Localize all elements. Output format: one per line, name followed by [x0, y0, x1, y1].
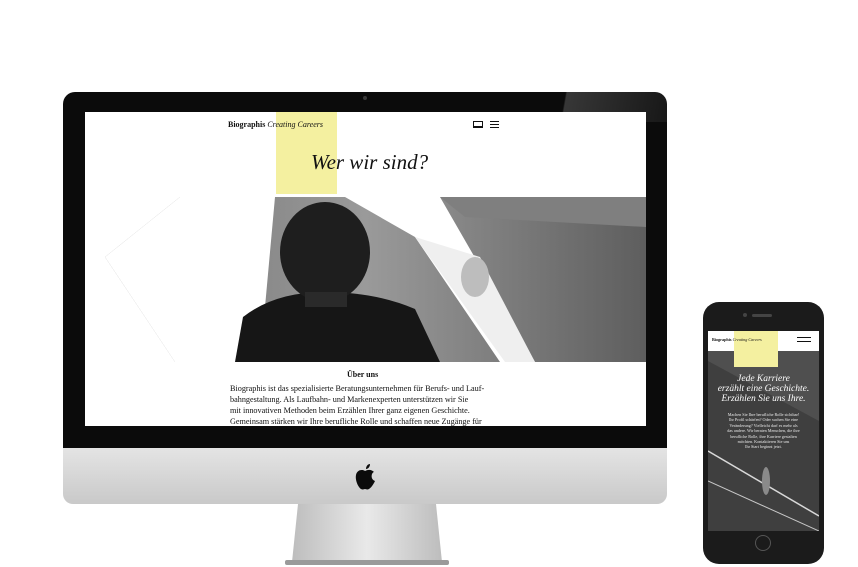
mobile-brand-name: Biographis: [712, 337, 732, 342]
brand-logo[interactable]: Biographis Creating Careers: [228, 120, 323, 129]
phone-speaker: [752, 314, 772, 317]
phone-camera-icon: [743, 313, 747, 317]
desktop-screen: Biographis Creating Careers Wer wir sind…: [85, 112, 646, 426]
mobile-body-text: Machen Sie Ihre berufliche Rolle sichtba…: [716, 412, 811, 450]
mobile-headline-line: erzählt eine Geschichte.: [717, 384, 810, 394]
about-text: Biographis ist das spezialisierte Beratu…: [230, 383, 506, 426]
mobile-body-line: Ihr Start beginnt jetzt.: [745, 444, 782, 450]
mobile-menu-icon[interactable]: [797, 337, 811, 342]
mobile-brand-logo[interactable]: Biographis Creating Careers: [712, 337, 762, 342]
hero-photo: [85, 197, 646, 362]
about-line: mit innovativen Methoden beim Erzählen I…: [230, 406, 470, 415]
mobile-body-line: das andere. Wir beraten Menschen, die ih…: [727, 428, 800, 434]
about-line: Biographis ist das spezialisierte Beratu…: [230, 384, 485, 393]
brand-tagline: Creating Careers: [267, 120, 323, 129]
about-line: bahngestaltung. Als Laufbahn- und Marken…: [230, 395, 469, 404]
mobile-headline-line: Erzählen Sie uns Ihre.: [721, 394, 806, 404]
mobile-brand-tagline: Creating Careers: [732, 337, 762, 342]
imac-base: [285, 560, 449, 565]
mail-icon[interactable]: [473, 121, 483, 128]
camera-icon: [363, 96, 367, 100]
imac-stand: [292, 504, 442, 562]
mobile-screen: Biographis Creating Careers Jede Karrier…: [708, 331, 819, 531]
page-title: Wer wir sind?: [311, 150, 429, 174]
apple-logo-icon: [355, 464, 375, 490]
mobile-headline: Jede Karriere erzählt eine Geschichte. E…: [712, 374, 815, 404]
menu-icon[interactable]: [490, 121, 499, 128]
section-title: Über uns: [347, 370, 379, 379]
home-button[interactable]: [755, 535, 771, 551]
mobile-headline-line: Jede Karriere: [737, 374, 790, 384]
about-line: Gemeinsam stärken wir Ihre berufliche Ro…: [230, 417, 482, 426]
brand-name: Biographis: [228, 120, 266, 129]
